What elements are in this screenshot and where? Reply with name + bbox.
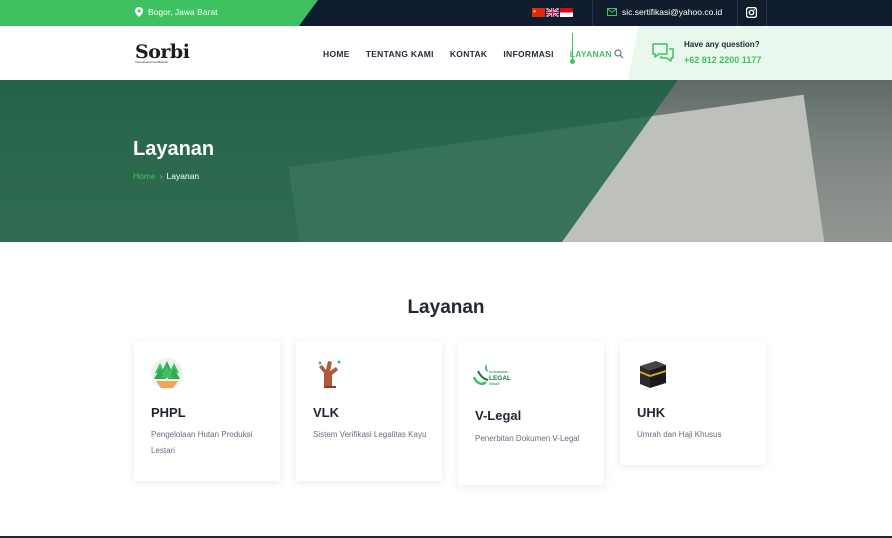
map-pin-icon [135, 7, 143, 17]
location-text: Bogor, Jawa Barat [148, 7, 218, 17]
site-logo[interactable]: Sorbi International Certification [135, 41, 190, 64]
breadcrumb-home[interactable]: Home [133, 171, 156, 181]
active-nav-indicator-dot [570, 59, 575, 64]
divider [737, 0, 738, 26]
service-card-vlk[interactable]: VLK Sistem Verifikasi Legalitas Kayu [296, 341, 442, 481]
breadcrumb-separator: › [159, 171, 163, 181]
card-title: PHPL [151, 405, 186, 420]
service-card-phpl[interactable]: PHPL Pengelolaan Hutan Produksi Lestari [134, 341, 280, 481]
question-title: Have any question? [684, 40, 760, 49]
breadcrumb: Home › Layanan [133, 171, 199, 181]
card-title: V-Legal [475, 408, 522, 423]
card-description: Umrah dan Haji Khusus [637, 430, 722, 439]
service-card-uhk[interactable]: UHK Umrah dan Haji Khusus [620, 341, 766, 465]
search-icon[interactable] [614, 49, 624, 59]
forest-icon [151, 358, 183, 390]
page-hero [0, 80, 892, 242]
card-title: VLK [313, 405, 339, 420]
svg-text:Indonesian: Indonesian [489, 369, 509, 374]
question-phone[interactable]: +62 812 2200 1177 [684, 55, 761, 65]
instagram-icon[interactable] [746, 7, 757, 18]
divider [766, 0, 767, 26]
chat-bubbles-icon [652, 43, 674, 62]
language-switcher [532, 8, 573, 17]
breadcrumb-current: Layanan [166, 171, 200, 181]
divider [592, 0, 593, 26]
indonesia-flag-icon[interactable] [560, 8, 573, 17]
svg-text:Wood: Wood [489, 381, 499, 386]
nav-home[interactable]: HOME [323, 49, 350, 59]
email-text: sic.sertifikasi@yahoo.co.id [622, 7, 723, 17]
email-info[interactable]: sic.sertifikasi@yahoo.co.id [607, 7, 722, 17]
kaaba-icon [640, 361, 666, 388]
location-info: Bogor, Jawa Barat [135, 7, 217, 17]
active-nav-indicator-line [572, 33, 573, 61]
service-card-v-legal[interactable]: Indonesian LEGAL Wood V-Legal Penerbitan… [458, 341, 604, 485]
uk-flag-icon[interactable] [546, 8, 559, 17]
nav-tentang-kami[interactable]: TENTANG KAMI [366, 49, 434, 59]
card-description: Pengelolaan Hutan Produksi Lestari [151, 430, 253, 455]
card-description: Sistem Verifikasi Legalitas Kayu [313, 430, 427, 439]
section-title: Layanan [407, 297, 485, 318]
card-title: UHK [637, 405, 666, 420]
tree-stump-icon [318, 360, 341, 388]
nav-layanan[interactable]: LAYANAN [570, 49, 612, 59]
nav-informasi[interactable]: INFORMASI [503, 49, 553, 59]
nav-kontak[interactable]: KONTAK [450, 49, 488, 59]
main-nav: HOME TENTANG KAMI KONTAK INFORMASI LAYAN… [323, 49, 628, 59]
card-description: Penerbitan Dokumen V-Legal [475, 434, 580, 443]
mail-icon [607, 8, 617, 16]
china-flag-icon[interactable] [532, 8, 545, 17]
page-title: Layanan [133, 138, 215, 160]
indonesian-legal-wood-logo-icon: Indonesian LEGAL Wood [472, 364, 511, 386]
